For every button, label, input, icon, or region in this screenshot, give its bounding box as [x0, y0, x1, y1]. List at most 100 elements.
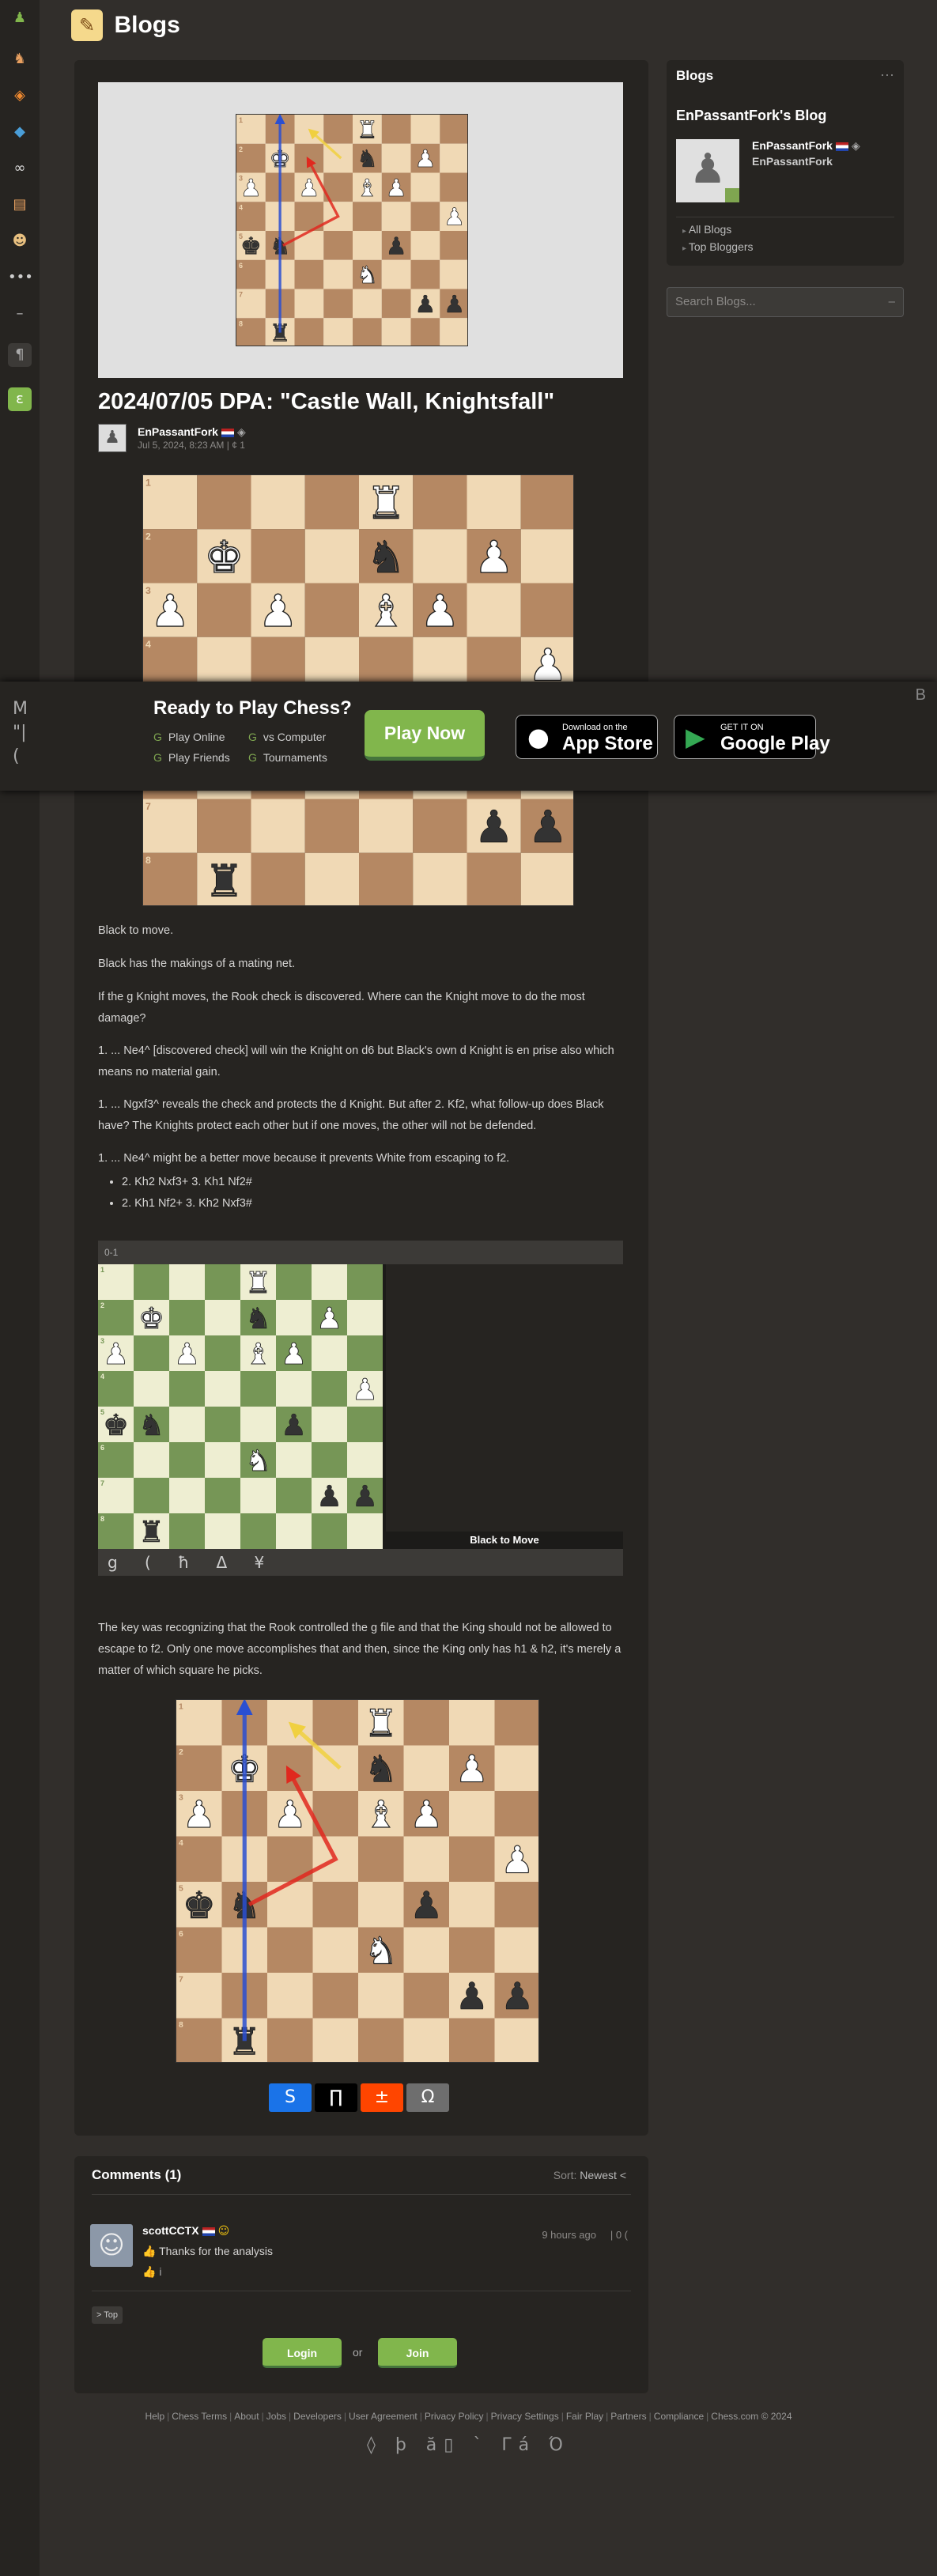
google-play-button[interactable]: ▶ GET IT ON Google Play [674, 715, 830, 759]
search-button[interactable]: – [889, 288, 895, 316]
viewer-controls[interactable]: g ( ħ Δ ¥ [98, 1549, 623, 1576]
board-square [440, 172, 467, 202]
social-icon[interactable]: ☻ [8, 229, 32, 253]
file-label: a [535, 2055, 539, 2063]
board-square [520, 852, 573, 905]
share-more-button[interactable]: Ω [406, 2083, 449, 2112]
comments-sort[interactable]: Sort: Newest < [554, 2169, 626, 2181]
share-facebook-button[interactable]: S [269, 2083, 312, 2112]
banner-option-play-online[interactable]: G Play Online [153, 731, 225, 743]
sidebar-link-top-bloggers[interactable]: Top Bloggers [682, 240, 754, 253]
footer-link[interactable]: Chess Terms [172, 2411, 227, 2422]
banner-option-tournaments[interactable]: G Tournaments [248, 751, 327, 764]
footer-link[interactable]: Jobs [266, 2411, 286, 2422]
banner-title: Ready to Play Chess? [153, 697, 352, 719]
comment-like-button[interactable]: 👍 i [142, 2265, 161, 2279]
featured-image[interactable]: 1 2 3 4 5 6 7 8 h g f e d c b a ♜ ♚ ♞ ♟ ♟ ♟ ♝ ♟ ♟ ♚ ♞ ♟ ♞ ♟ ♟ ♜ [98, 82, 623, 378]
dash-icon[interactable]: – [8, 302, 32, 326]
more-icon[interactable]: ··· [880, 66, 894, 83]
footer-link[interactable]: About [234, 2411, 259, 2422]
banner-option-play-friends[interactable]: G Play Friends [153, 751, 230, 764]
learn-icon[interactable]: ◈ [8, 84, 32, 108]
blog-icon: ✎ [71, 9, 103, 41]
chess-piece: ♜ [138, 1515, 164, 1549]
board-square [240, 1371, 276, 1407]
footer-link[interactable]: Fair Play [566, 2411, 603, 2422]
sidebar-author[interactable]: EnPassantFork ◈ [752, 139, 860, 153]
share-x-button[interactable]: ∏ [315, 2083, 357, 2112]
chess-piece: ♟ [474, 532, 514, 584]
footer-link[interactable]: Privacy Policy [425, 2411, 484, 2422]
online-indicator [725, 188, 739, 202]
play-now-button[interactable]: Play Now [365, 710, 485, 761]
paragraph: 1. ... Ngxf3^ reveals the check and prot… [98, 1098, 604, 1132]
chess-piece: ♟ [352, 1373, 378, 1407]
app-store-button[interactable]: ● Download on the App Store [516, 715, 658, 759]
news-icon[interactable]: ▤ [8, 193, 32, 217]
share-reddit-button[interactable]: ± [361, 2083, 403, 2112]
feature-board: 12345678h g f e d c b a♜♚ ♞ ♟♟ ♟ ♝ ♟♟♚ ♞ ♟♞♟ ♟♜ [236, 114, 468, 346]
board-square [276, 1264, 312, 1300]
left-nav: ♟ ♞ ◈ ◆ ∞ ▤ ☻ ••• – ¶ ε [0, 0, 40, 2576]
comment-actions[interactable]: | 0 ( [610, 2229, 628, 2241]
board-square [205, 1335, 240, 1371]
rank-label: 7 [100, 1479, 104, 1487]
commenter-avatar[interactable]: ☺ [90, 2224, 133, 2267]
board-square [197, 583, 251, 637]
to-top-button[interactable]: > Top [92, 2306, 123, 2324]
board-square [304, 852, 359, 905]
board-square [403, 1927, 449, 1973]
game-viewer[interactable]: 0-1 1 2 3 4 5 6 7 8 h g f e d c b a ♜ ♚ ♞ ♟ ♟ ♟ ♝ ♟ ♟ ♚ ♞ ♟ ♞ ♟ ♟ ♜ Bla… [98, 1241, 623, 1576]
paragraph-icon[interactable]: ¶ [8, 343, 32, 367]
chess-piece: ♟ [281, 1337, 307, 1371]
file-label: b [514, 896, 520, 906]
page-header: ✎ Blogs [71, 9, 180, 49]
chess-logo-icon[interactable]: ♟ [8, 6, 32, 30]
board-square [467, 852, 521, 905]
author-avatar[interactable]: ♟ [98, 424, 127, 452]
board-square [251, 799, 305, 853]
login-button[interactable]: Login [263, 2338, 342, 2368]
footer-link[interactable]: Developers [293, 2411, 342, 2422]
board-square [169, 1300, 205, 1335]
rank-label: 2 [100, 1301, 104, 1309]
footer-link[interactable]: User Agreement [349, 2411, 417, 2422]
board-square [494, 1745, 538, 1791]
watch-icon[interactable]: ◆ [8, 120, 32, 144]
sidebar-link-all-blogs[interactable]: All Blogs [682, 223, 731, 236]
footer-link[interactable]: Help [145, 2411, 164, 2422]
author-name[interactable]: EnPassantFork ◈ [138, 425, 246, 439]
chess-piece: ♟ [352, 1479, 378, 1513]
footer-link[interactable]: Compliance [654, 2411, 704, 2422]
search-blogs-input[interactable]: Search Blogs... – [667, 287, 904, 317]
chess-piece: ♟ [501, 1839, 534, 1883]
emoji-icon: ☺ [217, 2225, 230, 2238]
viewer-board[interactable]: 12345678h g f e d c b a♜♚ ♞ ♟♟ ♟ ♝ ♟♟♚ ♞ ♟♞♟ ♟♜ [98, 1264, 383, 1549]
board-square [294, 143, 324, 173]
sidebar-author-username[interactable]: EnPassantFork [752, 155, 833, 168]
footer-link[interactable]: Privacy Settings [491, 2411, 559, 2422]
upgrade-icon[interactable]: ε [8, 387, 32, 411]
more-icon[interactable]: ••• [8, 266, 33, 289]
board-square [520, 583, 573, 637]
chess-piece: ♚ [240, 232, 262, 260]
join-button[interactable]: Join [378, 2338, 457, 2368]
paragraph: Black to move. [98, 924, 174, 937]
board-square [143, 475, 198, 530]
board-square [304, 799, 359, 853]
sidebar-avatar[interactable]: ♟ [676, 139, 739, 202]
commenter-name[interactable]: scottCCTX ☺ [142, 2224, 229, 2238]
binoculars-icon[interactable]: ∞ [8, 157, 32, 180]
board-square [347, 1442, 383, 1478]
rank-label: 4 [179, 1839, 183, 1848]
banner-option-vs-computer[interactable]: Gvs Computer [248, 731, 326, 743]
share-buttons: S ∏ ± Ω [269, 2083, 452, 2112]
board-square [312, 1442, 347, 1478]
footer-link[interactable]: Partners [610, 2411, 646, 2422]
sidebar-blog-title[interactable]: EnPassantFork's Blog [676, 108, 826, 124]
social-icons[interactable]: ◊ þ ă▯ ` Γá Ό [0, 2435, 937, 2455]
puzzle-icon[interactable]: ♞ [8, 47, 32, 71]
board-square [520, 475, 573, 530]
banner-close-button[interactable]: B [916, 686, 926, 704]
footer-link[interactable]: Chess.com © 2024 [711, 2411, 792, 2422]
